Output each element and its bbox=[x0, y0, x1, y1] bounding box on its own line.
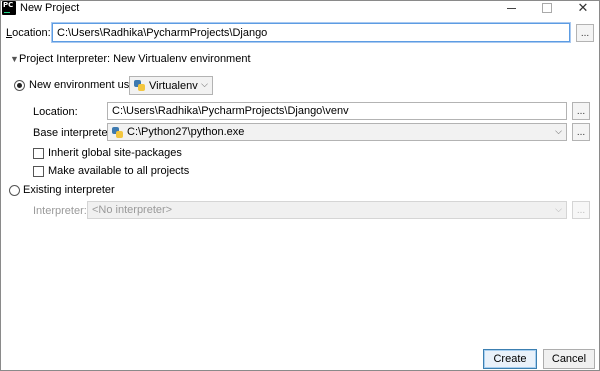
close-icon: ✕ bbox=[577, 0, 589, 16]
existing-interpreter-radio[interactable] bbox=[9, 185, 20, 196]
base-interpreter-label: Base interpreter: bbox=[33, 127, 115, 139]
project-location-browse-button[interactable]: ... bbox=[576, 24, 594, 42]
maximize-icon bbox=[542, 3, 552, 13]
python-icon bbox=[112, 126, 123, 138]
env-location-browse-button[interactable]: ... bbox=[572, 102, 590, 120]
environment-tool-select[interactable]: Virtualenv ⌵ bbox=[129, 76, 213, 95]
close-button[interactable]: ✕ bbox=[568, 0, 598, 16]
existing-interpreter-label: Existing interpreter bbox=[23, 184, 115, 196]
minimize-button[interactable] bbox=[496, 0, 526, 16]
maximize-button[interactable] bbox=[532, 0, 562, 16]
pycharm-logo-icon: PC bbox=[2, 1, 16, 15]
make-available-checkbox[interactable] bbox=[33, 166, 44, 177]
new-environment-label: New environment using bbox=[29, 79, 144, 91]
interpreter-section-header[interactable]: Project Interpreter: New Virtualenv envi… bbox=[19, 53, 251, 65]
minimize-icon bbox=[506, 7, 516, 9]
base-interpreter-browse-button[interactable]: ... bbox=[572, 123, 590, 141]
cancel-button[interactable]: Cancel bbox=[543, 349, 595, 369]
interpreter-select[interactable]: <No interpreter> ⌵ bbox=[87, 201, 567, 219]
title-bar[interactable]: PC New Project ✕ bbox=[0, 0, 600, 17]
virtualenv-icon bbox=[134, 80, 145, 91]
project-location-input[interactable]: C:\Users\Radhika\PycharmProjects\Django bbox=[52, 23, 570, 42]
interpreter-value: <No interpreter> bbox=[92, 204, 173, 216]
chevron-down-icon: ⌵ bbox=[201, 80, 208, 90]
base-interpreter-select[interactable]: C:\Python27\python.exe ⌵ bbox=[107, 123, 567, 141]
create-button[interactable]: Create bbox=[483, 349, 537, 369]
project-location-value: C:\Users\Radhika\PycharmProjects\Django bbox=[57, 26, 268, 39]
triangle-down-icon[interactable]: ▼ bbox=[10, 54, 19, 64]
new-environment-radio[interactable] bbox=[14, 80, 25, 91]
env-location-value: C:\Users\Radhika\PycharmProjects\Django\… bbox=[112, 105, 349, 117]
environment-tool-value: Virtualenv bbox=[149, 79, 198, 92]
inherit-site-packages-checkbox[interactable] bbox=[33, 148, 44, 159]
project-location-label: Location: bbox=[6, 27, 51, 39]
inherit-site-packages-label: Inherit global site-packages bbox=[48, 147, 182, 159]
env-location-input[interactable]: C:\Users\Radhika\PycharmProjects\Django\… bbox=[107, 102, 567, 120]
window-title: New Project bbox=[20, 2, 80, 14]
interpreter-browse-button[interactable]: ... bbox=[572, 201, 590, 219]
chevron-down-icon: ⌵ bbox=[555, 127, 562, 137]
interpreter-label: Interpreter: bbox=[33, 205, 87, 217]
env-location-label: Location: bbox=[33, 106, 78, 118]
make-available-label: Make available to all projects bbox=[48, 165, 190, 177]
base-interpreter-value: C:\Python27\python.exe bbox=[127, 126, 245, 138]
chevron-down-icon: ⌵ bbox=[555, 205, 562, 215]
